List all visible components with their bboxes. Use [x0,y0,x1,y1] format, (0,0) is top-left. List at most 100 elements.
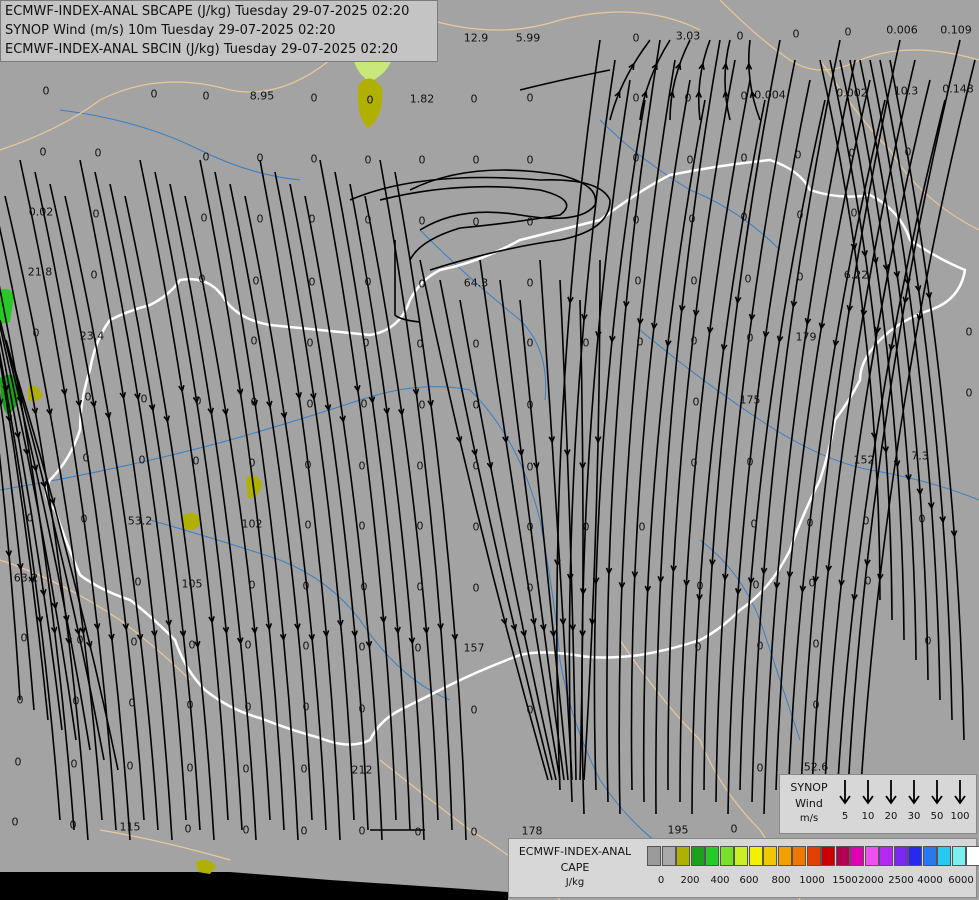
cape-swatch [734,846,748,866]
value-label: 0 [84,390,92,404]
value-label: 0 [69,818,77,832]
cape-swatch [821,846,835,866]
value-label: 0 [358,702,366,716]
value-label: 0 [526,703,534,717]
synop-legend-unit: m/s [799,813,819,824]
value-label: 0 [632,213,640,227]
cape-swatch [719,846,734,866]
value-label: 0 [736,29,744,43]
value-label: 105 [181,577,203,591]
cape-tick-label: 0 [657,875,665,886]
value-label: 0 [364,275,372,289]
value-label: 0 [472,215,480,229]
value-label: 0 [198,272,206,286]
cape-swatch [676,846,690,866]
value-label: 12.9 [463,31,489,45]
wind-speed-arrow-icon [931,779,943,809]
value-label: 0 [364,153,372,167]
value-label: 0 [582,336,590,350]
value-label: 0 [304,518,312,532]
wind-speed-arrow-icon [862,779,874,809]
cape-swatch [748,846,763,866]
value-label: 0 [414,825,422,839]
value-label: 0 [812,698,820,712]
value-label: 0 [72,694,80,708]
cape-legend-title-2: CAPE [560,861,590,874]
value-label: 0.004 [754,88,786,102]
value-label: 0 [360,397,368,411]
value-label: 0 [192,454,200,468]
cape-tick-label: 1000 [799,875,825,886]
value-label: 157 [463,641,485,655]
value-label: 0 [304,458,312,472]
value-label: 0 [694,640,702,654]
value-label: 0 [526,215,534,229]
value-label: 0 [526,581,534,595]
cape-swatch [647,846,661,866]
value-label: 0 [202,150,210,164]
cape-swatch [908,846,922,866]
value-label: 115 [119,820,141,834]
wind-speed-arrow-icon [908,779,920,809]
wind-speed-label: 20 [884,811,898,822]
value-label: 0 [138,453,146,467]
value-label: 0 [418,398,426,412]
value-label: 0 [792,27,800,41]
synop-wind-legend: SYNOP Wind m/s 5 10 20 30 50 100 [779,774,977,834]
value-label: 0 [472,520,480,534]
value-label: 0 [70,757,78,771]
value-label: 0 [364,213,372,227]
value-label: 0 [242,762,250,776]
wind-speed-label: 10 [861,811,875,822]
value-label: 5.99 [515,31,541,45]
value-label: 0 [850,206,858,220]
value-label: 0 [20,631,28,645]
wind-speed-arrow-icon [954,779,966,809]
cape-swatch [937,846,951,866]
title-wind: SYNOP Wind (m/s) 10m Tuesday 29-07-2025 … [5,23,336,38]
value-label: 0.109 [940,23,972,37]
value-label: 0 [308,212,316,226]
value-label: 0 [470,825,478,839]
value-label: 0 [746,455,754,469]
value-label: 0 [26,511,34,525]
cape-legend-title-1: ECMWF-INDEX-ANAL [518,845,632,858]
cape-swatch [966,846,979,866]
cape-swatch [792,846,806,866]
value-label: 0 [42,84,50,98]
value-label: 0 [848,146,856,160]
value-label: 0 [730,822,738,836]
value-label: 0 [472,459,480,473]
cape-swatch [777,846,792,866]
value-label: 0 [632,91,640,105]
value-label: 0 [188,638,196,652]
value-label: 0 [194,394,202,408]
cape-swatch [850,846,864,866]
value-label: 0 [752,578,760,592]
cape-tick-label: 2000 [858,875,884,886]
value-label: 0 [862,514,870,528]
value-label: 0 [924,634,932,648]
wind-speed-arrow-icon [839,779,851,809]
value-label: 0 [140,392,148,406]
value-label: 0 [244,638,252,652]
cape-tick-label: 2500 [888,875,914,886]
value-label: 212 [351,763,373,777]
cape-tick-label: 4000 [917,875,943,886]
value-label: 0 [470,703,478,717]
value-label: 0 [692,395,700,409]
value-label: 175 [739,393,761,407]
value-label: 0 [688,212,696,226]
value-label: 0 [418,214,426,228]
value-label: 0 [366,93,374,107]
wind-speed-label: 50 [930,811,944,822]
value-label: 0 [690,456,698,470]
value-label: 0 [756,761,764,775]
value-label: 0 [250,395,258,409]
value-label: 0 [634,274,642,288]
value-label: 0.148 [942,82,974,96]
value-label: 10.3 [893,84,919,98]
value-label: 0 [740,89,748,103]
value-label: 102 [241,517,263,531]
value-label: 0 [310,91,318,105]
